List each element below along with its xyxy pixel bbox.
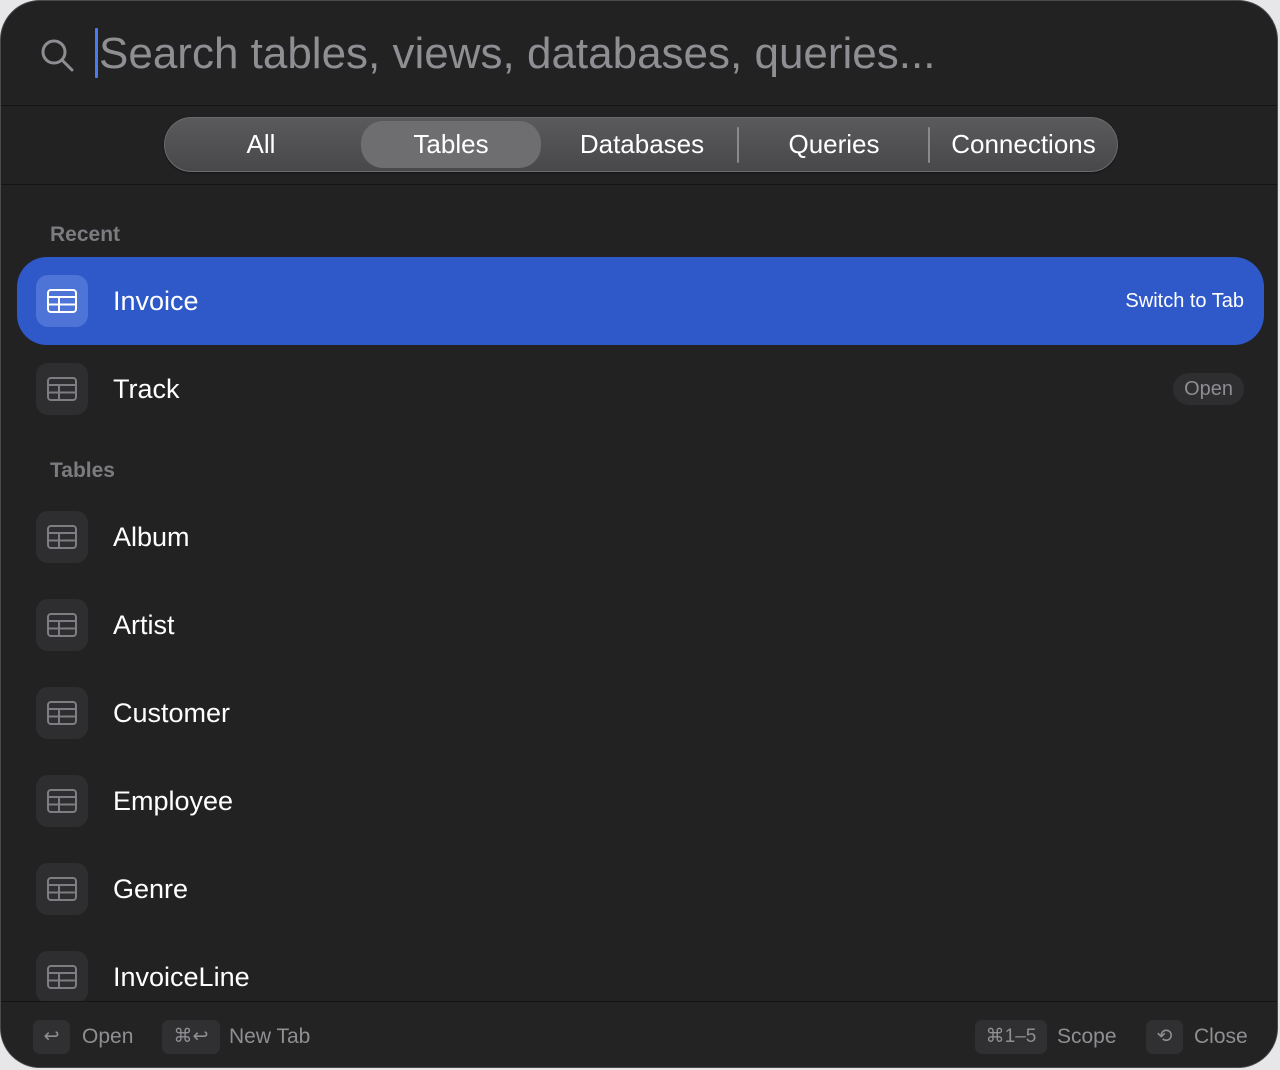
- section-header-recent: Recent: [50, 223, 121, 246]
- list-item-label: Album: [113, 522, 190, 552]
- list-item-invoice[interactable]: Invoice Switch to Tab: [17, 257, 1264, 345]
- scope-shortcut-label: Scope: [1057, 1025, 1117, 1048]
- scope-tab-label: Connections: [951, 129, 1096, 159]
- list-item-label: Genre: [113, 874, 189, 904]
- table-grid-icon: [36, 599, 88, 651]
- list-item-genre[interactable]: Genre: [17, 845, 1264, 933]
- return-key-icon: ↩: [33, 1020, 70, 1054]
- list-item-customer[interactable]: Customer: [17, 669, 1264, 757]
- list-item-label: Customer: [113, 698, 231, 728]
- scope-tab-label: Queries: [788, 129, 880, 159]
- table-grid-icon: [36, 951, 88, 1003]
- table-grid-icon: [36, 687, 88, 739]
- scope-tab-queries[interactable]: Queries: [739, 118, 929, 171]
- list-item-label: Artist: [113, 610, 175, 640]
- search-icon: [39, 37, 75, 73]
- list-item-label: Invoice: [113, 286, 199, 316]
- scope-segmented-control: All Tables Databases Queries Connections: [164, 117, 1118, 172]
- list-item-track[interactable]: Track Open: [17, 345, 1264, 433]
- section-header-tables: Tables: [50, 459, 115, 482]
- text-caret: [95, 28, 98, 78]
- search-bar: [1, 1, 1277, 106]
- scope-tab-tables[interactable]: Tables: [361, 118, 541, 171]
- command-number-key-icon: ⌘1–5: [975, 1020, 1047, 1054]
- list-item-artist[interactable]: Artist: [17, 581, 1264, 669]
- list-item-label: Employee: [113, 786, 234, 816]
- open-shortcut-label: Open: [82, 1025, 134, 1048]
- switch-to-tab-hint: Switch to Tab: [1125, 290, 1244, 312]
- list-item-label: Track: [113, 374, 180, 404]
- scope-bar: All Tables Databases Queries Connections: [1, 106, 1277, 185]
- scope-tab-all[interactable]: All: [165, 118, 357, 171]
- table-grid-icon: [36, 511, 88, 563]
- open-badge: Open: [1173, 373, 1244, 405]
- scope-tab-label: All: [246, 129, 276, 159]
- history-icon: ⟲: [1146, 1020, 1183, 1054]
- table-grid-icon: [36, 275, 88, 327]
- list-item-employee[interactable]: Employee: [17, 757, 1264, 845]
- table-grid-icon: [36, 863, 88, 915]
- close-shortcut-label[interactable]: Close: [1194, 1020, 1248, 1054]
- table-grid-icon: [36, 775, 88, 827]
- table-grid-icon: [36, 363, 88, 415]
- command-return-key-icon: ⌘↩: [162, 1020, 220, 1054]
- search-input[interactable]: [99, 25, 1199, 83]
- new-tab-shortcut-label: New Tab: [229, 1025, 311, 1048]
- shortcut-footer: ↩ Open ⌘↩ New Tab ⌘1–5 Scope ⟲ Close: [1, 1001, 1277, 1067]
- scope-tab-databases[interactable]: Databases: [545, 118, 739, 171]
- scope-tab-label: Databases: [579, 129, 705, 159]
- list-item-album[interactable]: Album: [17, 493, 1264, 581]
- scope-tab-label: Tables: [413, 129, 489, 159]
- command-palette-window: All Tables Databases Queries Connections…: [0, 0, 1278, 1068]
- scope-tab-connections[interactable]: Connections: [930, 118, 1117, 171]
